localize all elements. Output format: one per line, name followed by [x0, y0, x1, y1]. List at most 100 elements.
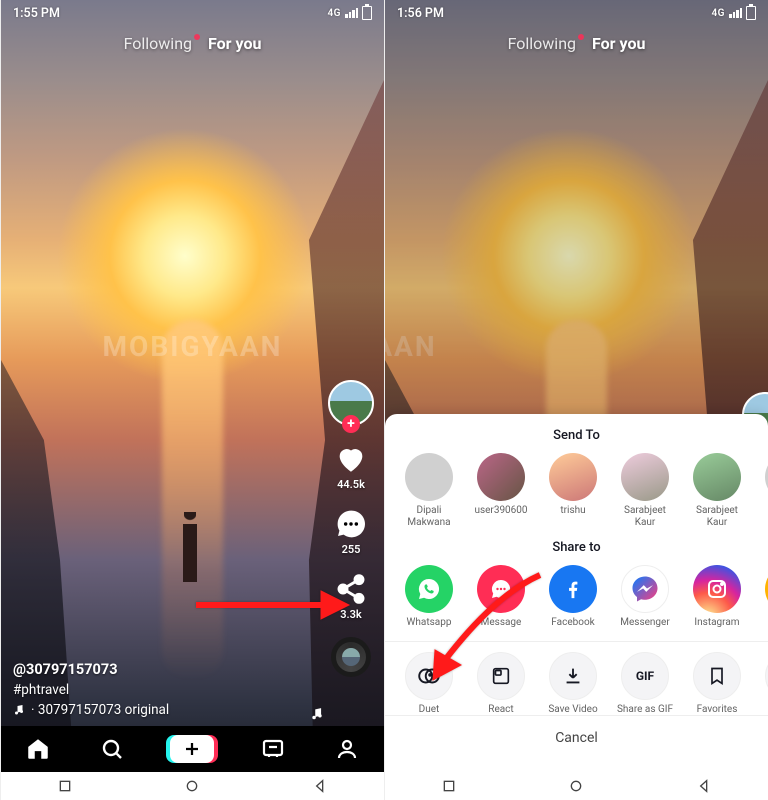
- tab-label: Following: [508, 34, 576, 53]
- contact-name: user390600: [474, 505, 527, 517]
- track-row[interactable]: · 30797157073 original: [13, 702, 169, 718]
- share-app-whatsapp[interactable]: Whatsapp: [397, 565, 461, 629]
- music-disc-icon: [331, 637, 371, 677]
- author-avatar[interactable]: +: [328, 380, 374, 426]
- follow-plus-icon[interactable]: +: [342, 415, 360, 433]
- like-button[interactable]: 44.5k: [334, 442, 368, 491]
- contact-item[interactable]: Sarabjeet Kaur: [685, 453, 749, 528]
- inbox-icon: [261, 737, 285, 761]
- tab-foryou[interactable]: For you: [208, 34, 261, 53]
- notification-dot: [194, 34, 200, 40]
- cancel-button[interactable]: Cancel: [385, 715, 768, 760]
- action-rail: + 44.5k 255 3.3k: [328, 380, 374, 677]
- duet-icon: [405, 652, 453, 700]
- share-app-messenger[interactable]: Messenger: [613, 565, 677, 629]
- app-label: Instagram: [694, 617, 739, 629]
- sys-home-icon[interactable]: [568, 778, 584, 794]
- heart-icon: [334, 442, 368, 476]
- signal-icon: [345, 8, 358, 18]
- username[interactable]: @30797157073: [13, 661, 169, 678]
- app-label: Messenger: [620, 617, 670, 629]
- send-to-header: Send To: [385, 428, 768, 443]
- tab-following[interactable]: Following: [124, 34, 192, 53]
- sys-home-icon[interactable]: [184, 778, 200, 794]
- feed-tabs: Following For you: [1, 34, 384, 53]
- tab-label: Following: [124, 34, 192, 53]
- music-note-icon: [310, 706, 324, 720]
- contact-avatar-icon: [549, 453, 597, 501]
- contact-name: Sarabjeet Kaur: [685, 505, 749, 528]
- sys-back-icon[interactable]: [312, 778, 328, 794]
- contact-avatar-icon: [693, 453, 741, 501]
- tab-foryou[interactable]: For you: [592, 34, 645, 53]
- action-label: Share as GIF: [617, 704, 673, 716]
- status-bar: 1:55 PM 4G: [1, 0, 384, 26]
- bookmark-icon: [693, 652, 741, 700]
- action-favorites[interactable]: Favorites: [685, 652, 749, 716]
- contact-item[interactable]: user390600: [469, 453, 533, 528]
- system-nav: [1, 772, 384, 800]
- music-icon: [13, 704, 25, 716]
- contact-avatar-icon: [621, 453, 669, 501]
- comment-button[interactable]: 255: [334, 507, 368, 556]
- caption-block: @30797157073 #phtravel · 30797157073 ori…: [13, 661, 169, 718]
- action-label: Save Video: [548, 704, 597, 716]
- contact-name: Sarabjeet Kaur: [613, 505, 677, 528]
- nav-profile[interactable]: [332, 734, 362, 764]
- app-label: Whatsapp: [407, 617, 452, 629]
- share-app-more[interactable]: Sto: [757, 565, 768, 629]
- nav-inbox[interactable]: [258, 734, 288, 764]
- hashtag[interactable]: #phtravel: [13, 682, 169, 698]
- contact-item[interactable]: Sarabjeet Kaur: [613, 453, 677, 528]
- sound-disc[interactable]: [331, 637, 371, 677]
- share-app-instagram[interactable]: Instagram: [685, 565, 749, 629]
- profile-icon: [335, 737, 359, 761]
- sys-recent-icon[interactable]: [57, 778, 73, 794]
- share-count: 3.3k: [340, 608, 362, 621]
- share-app-message[interactable]: Message: [469, 565, 533, 629]
- signal-icon: [729, 8, 742, 18]
- action-duet[interactable]: Duet: [397, 652, 461, 716]
- share-button[interactable]: 3.3k: [334, 572, 368, 621]
- action-save-video[interactable]: Save Video: [541, 652, 605, 716]
- contact-item[interactable]: trishu: [541, 453, 605, 528]
- action-more[interactable]: N inter: [757, 652, 768, 716]
- contact-item[interactable]: Ka Pa: [757, 453, 768, 528]
- app-label: Message: [481, 617, 522, 629]
- apps-row[interactable]: Whatsapp Message Facebook Messenger Inst…: [385, 565, 768, 629]
- contact-name: trishu: [560, 505, 585, 517]
- search-icon: [100, 737, 124, 761]
- action-react[interactable]: React: [469, 652, 533, 716]
- tab-label: For you: [208, 34, 261, 53]
- status-bar: 1:56 PM 4G: [385, 0, 768, 26]
- clock: 1:56 PM: [397, 6, 444, 21]
- nav-home[interactable]: [23, 734, 53, 764]
- tab-label: For you: [592, 34, 645, 53]
- sys-recent-icon[interactable]: [441, 778, 457, 794]
- network-type: 4G: [327, 8, 341, 19]
- instagram-icon: [693, 565, 741, 613]
- tab-following[interactable]: Following: [508, 34, 576, 53]
- nav-search[interactable]: [97, 734, 127, 764]
- whatsapp-icon: [405, 565, 453, 613]
- actions-row[interactable]: Duet React Save Video GIF Share as GIF Fa…: [385, 652, 768, 716]
- contact-avatar-icon: [405, 453, 453, 501]
- action-share-gif[interactable]: GIF Share as GIF: [613, 652, 677, 716]
- battery-icon: [746, 6, 756, 20]
- like-count: 44.5k: [337, 478, 365, 491]
- share-sheet: Send To Dipali Makwana user390600 trishu…: [385, 414, 768, 772]
- clock: 1:55 PM: [13, 6, 60, 21]
- sys-back-icon[interactable]: [696, 778, 712, 794]
- react-icon: [477, 652, 525, 700]
- battery-icon: [362, 6, 372, 20]
- status-icons: 4G: [327, 6, 372, 20]
- share-app-facebook[interactable]: Facebook: [541, 565, 605, 629]
- cancel-label: Cancel: [555, 730, 598, 746]
- share-icon: [334, 572, 368, 606]
- contact-item[interactable]: Dipali Makwana: [397, 453, 461, 528]
- notification-dot: [578, 34, 584, 40]
- nav-create[interactable]: [170, 735, 214, 763]
- system-nav: [385, 772, 768, 800]
- gif-icon: GIF: [621, 652, 669, 700]
- contacts-row[interactable]: Dipali Makwana user390600 trishu Sarabje…: [385, 453, 768, 528]
